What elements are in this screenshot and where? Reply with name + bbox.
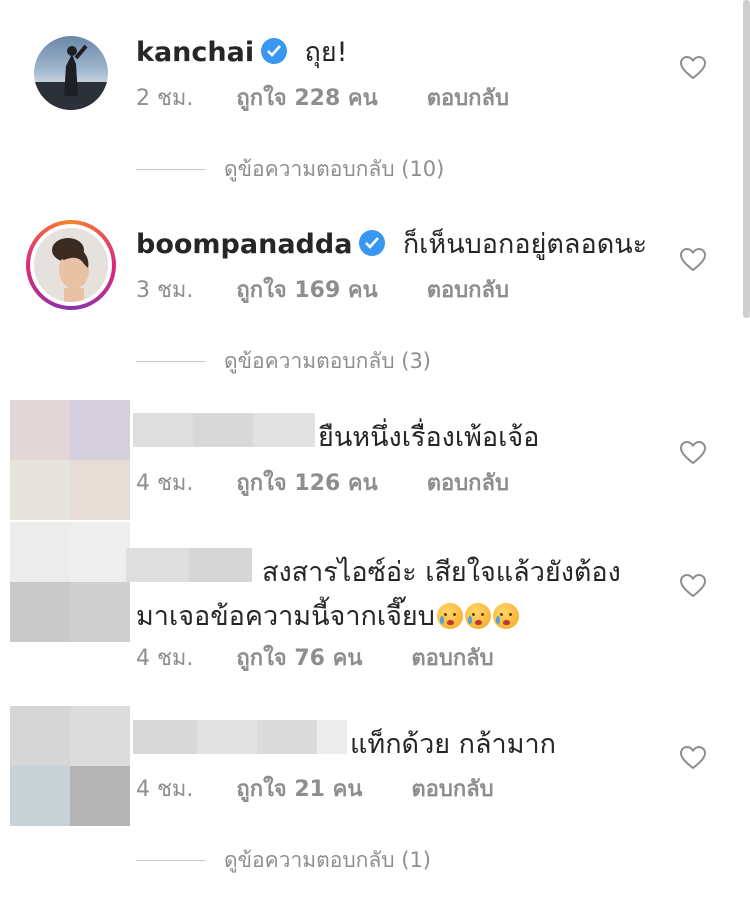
- likes-count[interactable]: ถูกใจ 228 คน: [236, 86, 377, 111]
- reply-button[interactable]: ตอบกลับ: [411, 646, 493, 671]
- heart-outline-icon[interactable]: [679, 745, 707, 770]
- divider-line: [136, 169, 206, 170]
- likes-count[interactable]: ถูกใจ 76 คน: [236, 646, 362, 671]
- comment-time: 4 ชม.: [136, 777, 194, 802]
- comment-text: แท็กด้วย กล้ามาก: [350, 729, 557, 760]
- divider-line: [136, 361, 206, 362]
- likes-count[interactable]: ถูกใจ 126 คน: [236, 471, 377, 496]
- comment-time: 3 ชม.: [136, 278, 194, 303]
- avatar-blurred[interactable]: [10, 400, 130, 520]
- view-replies-label: ดูข้อความตอบกลับ (10): [224, 157, 445, 181]
- view-replies-link[interactable]: ดูข้อความตอบกลับ (3): [136, 345, 431, 378]
- divider-line: [136, 860, 206, 861]
- reply-button[interactable]: ตอบกลับ: [411, 777, 493, 802]
- username[interactable]: boompanadda: [136, 229, 352, 260]
- comment-time: 4 ชม.: [136, 471, 194, 496]
- heart-outline-icon[interactable]: [679, 440, 707, 465]
- heart-outline-icon[interactable]: [679, 247, 707, 272]
- comment-text: ถุย!: [304, 37, 348, 68]
- view-replies-label: ดูข้อความตอบกลับ (3): [224, 349, 431, 373]
- view-replies-label: ดูข้อความตอบกลับ (1): [224, 848, 431, 872]
- username[interactable]: kanchai: [136, 37, 254, 68]
- avatar[interactable]: [34, 36, 108, 110]
- comment-text: ยืนหนึ่งเรื่องเพ้อเจ้อ: [318, 422, 540, 453]
- reply-button[interactable]: ตอบกลับ: [427, 471, 509, 496]
- view-replies-link[interactable]: ดูข้อความตอบกลับ (1): [136, 844, 431, 877]
- likes-count[interactable]: ถูกใจ 21 คน: [236, 777, 362, 802]
- crying-face-emoji: [464, 603, 491, 629]
- username-blurred[interactable]: [126, 548, 252, 582]
- avatar-story-ring[interactable]: [26, 220, 116, 310]
- avatar-blurred[interactable]: [10, 522, 130, 642]
- username-blurred[interactable]: [133, 720, 347, 754]
- verified-badge-icon: [359, 230, 386, 256]
- heart-outline-icon[interactable]: [679, 55, 707, 80]
- verified-badge-icon: [261, 38, 288, 64]
- comment-time: 4 ชม.: [136, 646, 194, 671]
- reply-button[interactable]: ตอบกลับ: [427, 86, 509, 111]
- comment-time: 2 ชม.: [136, 86, 194, 111]
- avatar: [34, 228, 108, 302]
- comment-text: มาเจอข้อความนี้จากเจี๊ยบ: [136, 601, 435, 632]
- likes-count[interactable]: ถูกใจ 169 คน: [236, 278, 377, 303]
- crying-face-emoji: [436, 603, 463, 629]
- heart-outline-icon[interactable]: [679, 573, 707, 598]
- scrollbar[interactable]: [743, 0, 750, 318]
- avatar-blurred[interactable]: [10, 706, 130, 826]
- view-replies-link[interactable]: ดูข้อความตอบกลับ (10): [136, 153, 444, 186]
- reply-button[interactable]: ตอบกลับ: [427, 278, 509, 303]
- username-blurred[interactable]: [133, 413, 315, 447]
- comment-text-line2: มาเจอข้อความนี้จากเจี๊ยบ: [136, 594, 519, 637]
- comment-text: ก็เห็นบอกอยู่ตลอดนะ: [402, 229, 648, 260]
- comment-text-line1: สงสารไอซ์อ่ะ เสียใจแล้วยังต้อง: [262, 557, 621, 588]
- crying-face-emoji: [492, 603, 519, 629]
